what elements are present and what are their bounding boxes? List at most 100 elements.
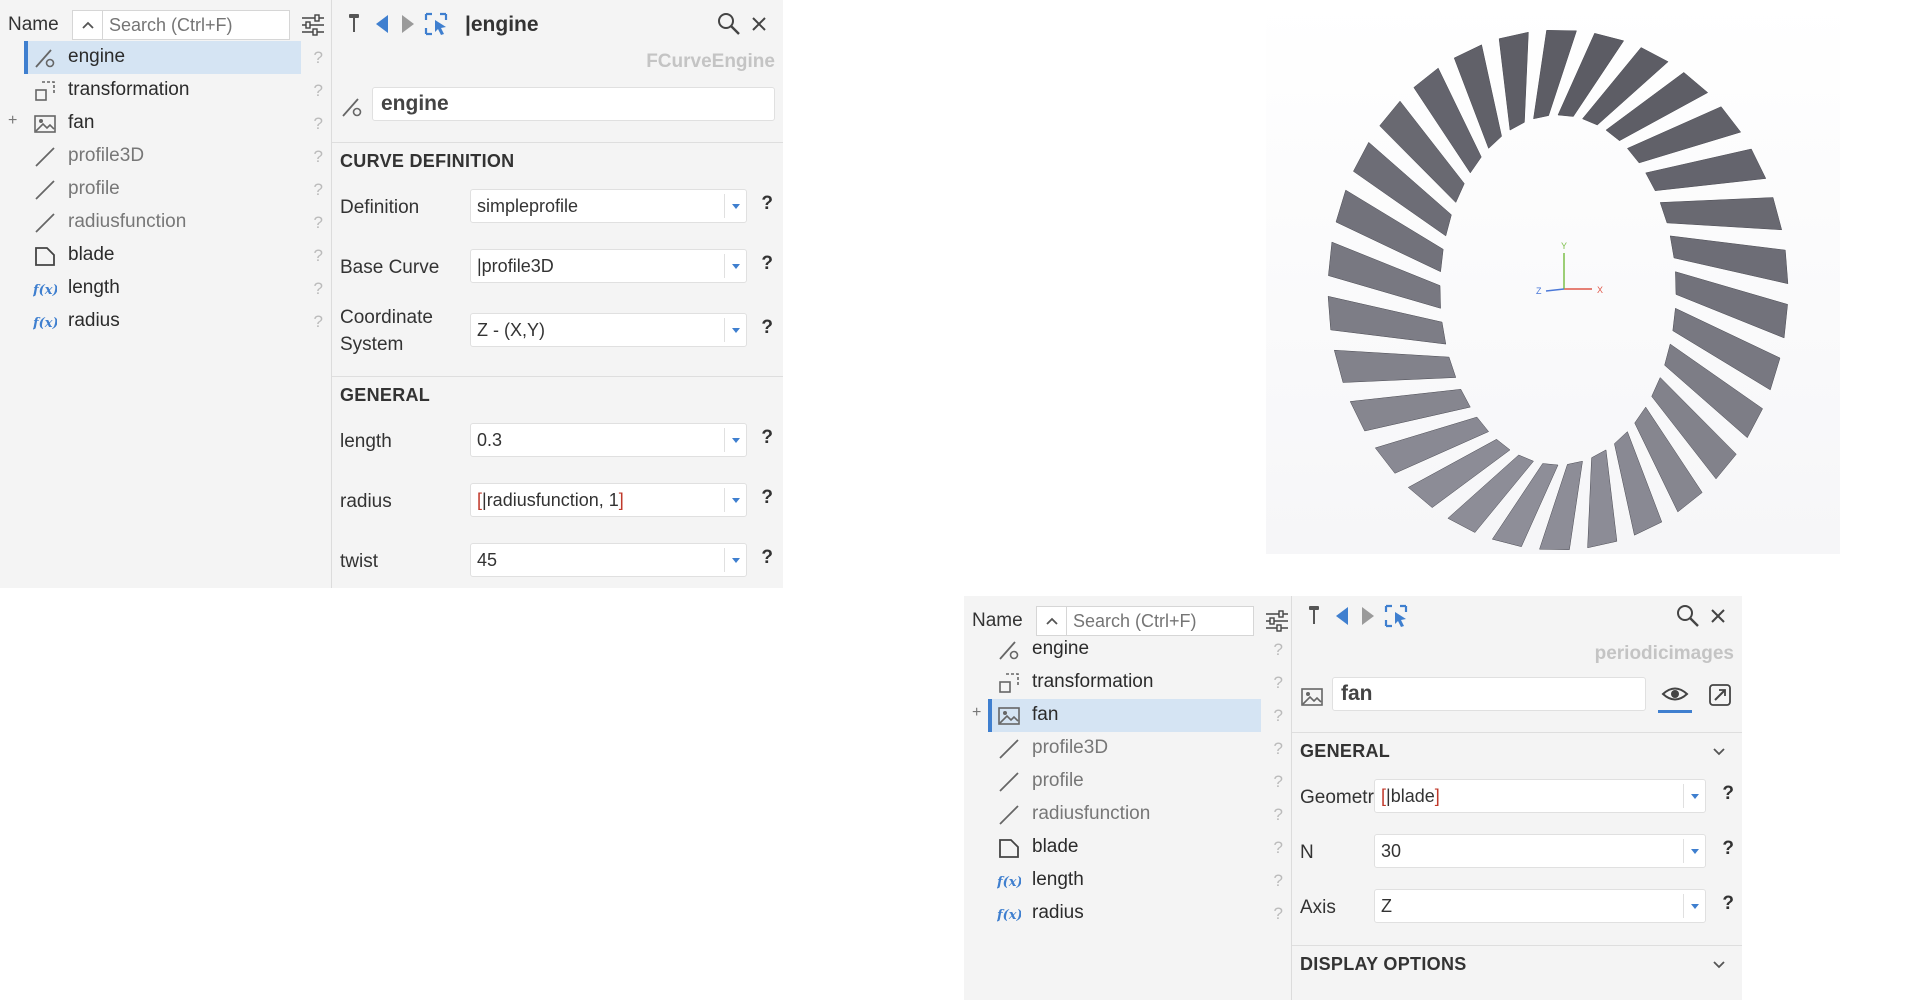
property-value-combo[interactable]: [|radiusfunction, 1] bbox=[470, 483, 747, 517]
property-value-combo[interactable]: 45 bbox=[470, 543, 747, 577]
tree-item-blade[interactable]: blade? bbox=[964, 831, 1291, 864]
help-icon[interactable]: ? bbox=[1274, 640, 1283, 660]
help-icon[interactable]: ? bbox=[761, 253, 773, 275]
object-name-field[interactable]: engine bbox=[372, 87, 775, 121]
dropdown-arrow-icon[interactable] bbox=[724, 254, 746, 278]
dropdown-arrow-icon[interactable] bbox=[724, 194, 746, 218]
help-icon[interactable]: ? bbox=[314, 213, 323, 233]
tree-item-transformation[interactable]: transformation? bbox=[0, 74, 331, 107]
section-title[interactable]: CURVE DEFINITION bbox=[340, 151, 514, 172]
property-value-combo[interactable]: Z bbox=[1374, 889, 1706, 923]
edit-external-icon[interactable] bbox=[1706, 681, 1734, 709]
pin-icon[interactable] bbox=[340, 10, 368, 38]
search-icon[interactable] bbox=[715, 10, 743, 38]
help-icon[interactable]: ? bbox=[761, 427, 773, 449]
name-column-header[interactable]: Name bbox=[8, 14, 59, 36]
tree-item-profile3d[interactable]: profile3D? bbox=[0, 140, 331, 173]
tree-item-engine[interactable]: engine? bbox=[0, 41, 331, 74]
select-in-tree-icon[interactable] bbox=[422, 10, 450, 38]
curve-icon bbox=[999, 772, 1019, 792]
property-value-combo[interactable]: [|blade] bbox=[1374, 779, 1706, 813]
help-icon[interactable]: ? bbox=[1274, 772, 1283, 792]
close-icon[interactable] bbox=[745, 10, 773, 38]
help-icon[interactable]: ? bbox=[314, 147, 323, 167]
section-title[interactable]: DISPLAY OPTIONS bbox=[1300, 954, 1467, 975]
tree-search-input[interactable] bbox=[1066, 606, 1254, 636]
help-icon[interactable]: ? bbox=[1274, 871, 1283, 891]
filter-settings-icon[interactable] bbox=[1264, 609, 1290, 633]
help-icon[interactable]: ? bbox=[314, 180, 323, 200]
tree-item-profile[interactable]: profile? bbox=[964, 765, 1291, 798]
object-name-field[interactable]: fan bbox=[1332, 677, 1646, 711]
sort-button[interactable] bbox=[1036, 606, 1066, 636]
tree-item-profile[interactable]: profile? bbox=[0, 173, 331, 206]
3d-viewport[interactable]: X Y Z bbox=[1266, 0, 1840, 554]
section-title[interactable]: GENERAL bbox=[340, 385, 430, 406]
tree-item-radius[interactable]: f(x) radius? bbox=[964, 897, 1291, 930]
visibility-toggle[interactable] bbox=[1658, 677, 1692, 713]
dropdown-arrow-icon[interactable] bbox=[1683, 839, 1705, 863]
property-value-combo[interactable]: Z - (X,Y) bbox=[470, 313, 747, 347]
help-icon[interactable]: ? bbox=[1274, 805, 1283, 825]
expand-toggle[interactable]: + bbox=[972, 704, 981, 722]
help-icon[interactable]: ? bbox=[1274, 739, 1283, 759]
help-icon[interactable]: ? bbox=[761, 193, 773, 215]
tree-item-label: transformation bbox=[1032, 671, 1154, 692]
help-icon[interactable]: ? bbox=[314, 246, 323, 266]
dropdown-arrow-icon[interactable] bbox=[724, 488, 746, 512]
tree-item-profile3d[interactable]: profile3D? bbox=[964, 732, 1291, 765]
help-icon[interactable]: ? bbox=[314, 114, 323, 134]
y-axis-label: Y bbox=[1561, 241, 1567, 251]
help-icon[interactable]: ? bbox=[761, 547, 773, 569]
tree-item-fan[interactable]: + fan? bbox=[0, 107, 331, 140]
select-in-tree-icon[interactable] bbox=[1382, 602, 1410, 630]
pin-icon[interactable] bbox=[1300, 602, 1328, 630]
property-value-combo[interactable]: |profile3D bbox=[470, 249, 747, 283]
filter-settings-icon[interactable] bbox=[300, 13, 326, 37]
dropdown-arrow-icon[interactable] bbox=[724, 548, 746, 572]
tree-item-engine[interactable]: engine? bbox=[964, 633, 1291, 666]
help-icon[interactable]: ? bbox=[314, 312, 323, 332]
help-icon[interactable]: ? bbox=[761, 317, 773, 339]
tree-item-length[interactable]: f(x) length? bbox=[0, 272, 331, 305]
property-value-combo[interactable]: 30 bbox=[1374, 834, 1706, 868]
tree-search-input[interactable] bbox=[102, 10, 290, 40]
help-icon[interactable]: ? bbox=[1722, 783, 1734, 805]
name-column-header[interactable]: Name bbox=[972, 610, 1023, 632]
close-icon[interactable] bbox=[1704, 602, 1732, 630]
dropdown-arrow-icon[interactable] bbox=[1683, 894, 1705, 918]
help-icon[interactable]: ? bbox=[314, 279, 323, 299]
tree-item-length[interactable]: f(x) length? bbox=[964, 864, 1291, 897]
forward-arrow-icon[interactable] bbox=[1354, 602, 1382, 630]
tree-item-blade[interactable]: blade? bbox=[0, 239, 331, 272]
help-icon[interactable]: ? bbox=[1274, 838, 1283, 858]
dropdown-arrow-icon[interactable] bbox=[1683, 784, 1705, 808]
tree-item-radiusfunction[interactable]: radiusfunction? bbox=[0, 206, 331, 239]
tree-item-label: radiusfunction bbox=[1032, 803, 1151, 824]
help-icon[interactable]: ? bbox=[1722, 893, 1734, 915]
sort-button[interactable] bbox=[72, 10, 102, 40]
property-value-combo[interactable]: simpleprofile bbox=[470, 189, 747, 223]
help-icon[interactable]: ? bbox=[1722, 838, 1734, 860]
section-title[interactable]: GENERAL bbox=[1300, 741, 1390, 762]
dropdown-arrow-icon[interactable] bbox=[724, 428, 746, 452]
tree-item-radius[interactable]: f(x) radius? bbox=[0, 305, 331, 338]
property-value-combo[interactable]: 0.3 bbox=[470, 423, 747, 457]
tree-item-transformation[interactable]: transformation? bbox=[964, 666, 1291, 699]
search-icon[interactable] bbox=[1674, 602, 1702, 630]
help-icon[interactable]: ? bbox=[1274, 673, 1283, 693]
back-arrow-icon[interactable] bbox=[368, 10, 396, 38]
tree-item-radiusfunction[interactable]: radiusfunction? bbox=[964, 798, 1291, 831]
tree-item-fan[interactable]: + fan? bbox=[964, 699, 1291, 732]
help-icon[interactable]: ? bbox=[314, 81, 323, 101]
chevron-down-icon[interactable] bbox=[1712, 958, 1726, 972]
expand-toggle[interactable]: + bbox=[8, 112, 17, 130]
chevron-down-icon[interactable] bbox=[1712, 745, 1726, 759]
dropdown-arrow-icon[interactable] bbox=[724, 318, 746, 342]
help-icon[interactable]: ? bbox=[1274, 904, 1283, 924]
forward-arrow-icon[interactable] bbox=[394, 10, 422, 38]
help-icon[interactable]: ? bbox=[1274, 706, 1283, 726]
help-icon[interactable]: ? bbox=[314, 48, 323, 68]
help-icon[interactable]: ? bbox=[761, 487, 773, 509]
back-arrow-icon[interactable] bbox=[1328, 602, 1356, 630]
